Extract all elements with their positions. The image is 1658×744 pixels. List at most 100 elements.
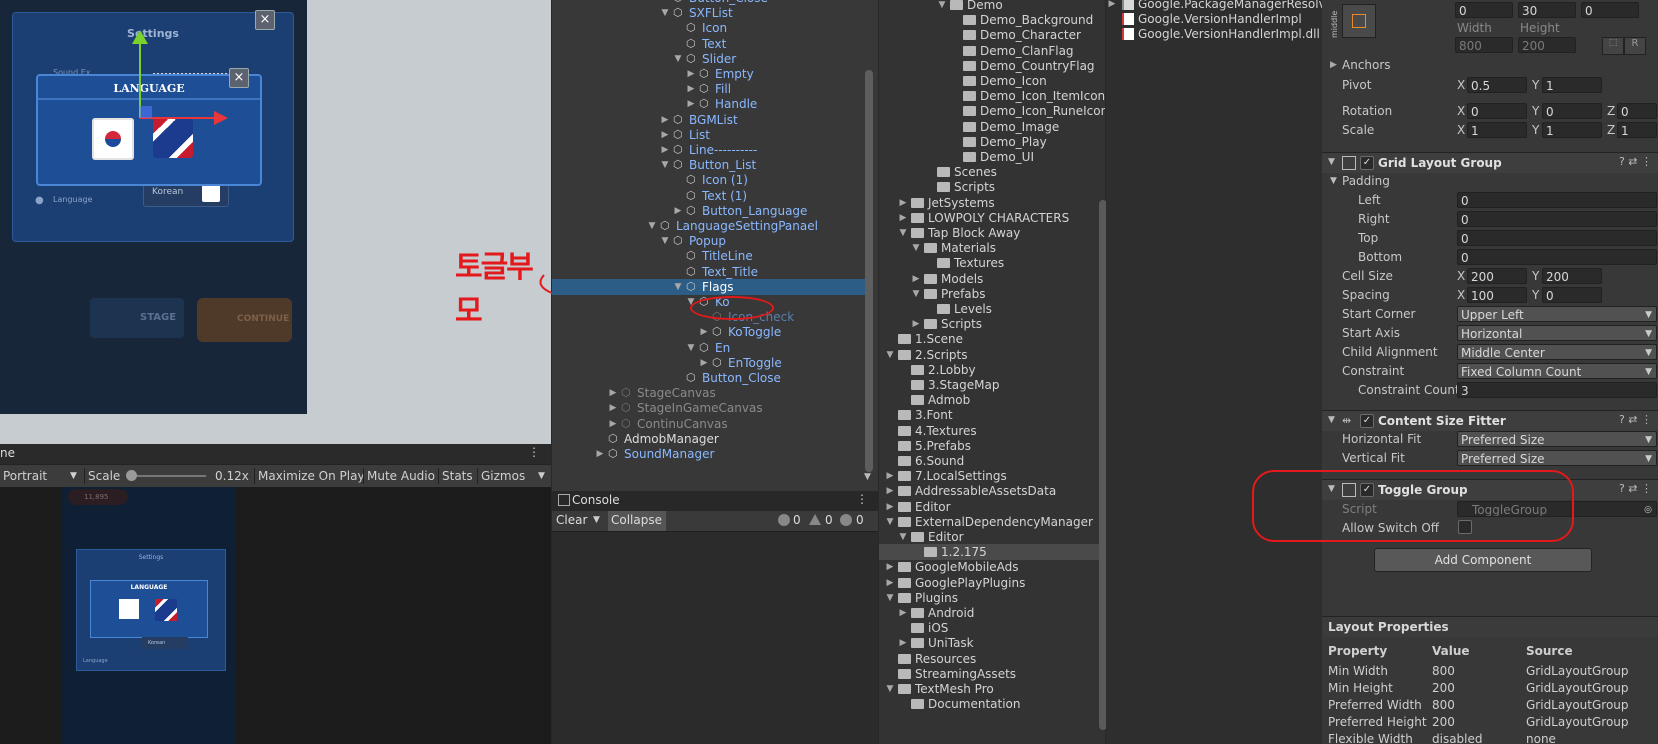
hierarchy-row[interactable]: ▶ ⬡ Empty	[552, 66, 866, 82]
pivot-y-field[interactable]: 1	[1542, 77, 1602, 93]
hierarchy-row[interactable]: ▼ ⬡ En	[552, 340, 866, 356]
scale-x-field[interactable]: 1	[1467, 122, 1527, 138]
hierarchy-row[interactable]: ▶ ⬡ EnToggle	[552, 355, 866, 371]
chevron-down-icon[interactable]: ▼	[884, 514, 896, 530]
korea-flag-icon[interactable]	[92, 118, 134, 160]
project-folder-row[interactable]: ▼ Plugins	[879, 590, 1099, 606]
hierarchy-row[interactable]: ▶ ⬡ Fill	[552, 81, 866, 97]
fitter-enabled-checkbox[interactable]: ✓	[1360, 414, 1374, 428]
rotation-x-field[interactable]: 0	[1467, 103, 1527, 119]
stats-button[interactable]: Stats	[438, 468, 476, 484]
project-folder-row[interactable]: ▼ TextMesh Pro	[879, 681, 1099, 697]
chevron-down-icon[interactable]: ▼	[672, 279, 684, 295]
blueprint-mode-icon[interactable]: ⬚	[1602, 37, 1624, 55]
scale-slider-handle[interactable]	[126, 470, 137, 481]
project-folder-row[interactable]: Demo_ClanFlag	[879, 43, 1099, 59]
constraint-count-field[interactable]: 3	[1457, 382, 1657, 398]
chevron-down-icon[interactable]: ▼	[884, 347, 896, 363]
hierarchy-row[interactable]: ▶ ⬡ SoundManager	[552, 446, 866, 462]
chevron-down-icon[interactable]: ▼	[1328, 415, 1335, 425]
chevron-down-icon[interactable]: ▼	[864, 472, 871, 482]
project-folder-row[interactable]: ▶ LOWPOLY CHARACTERS	[879, 210, 1099, 226]
project-folder-row[interactable]: ▶ GooglePlayPlugins	[879, 575, 1099, 591]
chevron-right-icon[interactable]: ▶	[594, 446, 606, 462]
project-folder-row[interactable]: 4.Textures	[879, 423, 1099, 439]
project-folder-row[interactable]: 1.2.175	[879, 544, 1099, 561]
component-menu-icons[interactable]: ? ⇄ ⋮	[1619, 482, 1652, 495]
game-tab[interactable]: ne	[0, 446, 15, 460]
gizmo-center-handle[interactable]	[140, 106, 152, 118]
hierarchy-row[interactable]: ▼ ⬡ Flags	[552, 278, 866, 295]
chevron-right-icon[interactable]: ▶	[897, 635, 909, 651]
chevron-right-icon[interactable]: ▶	[884, 468, 896, 484]
project-folder-row[interactable]: ▼ Materials	[879, 240, 1099, 256]
chevron-down-icon[interactable]: ▼	[593, 515, 600, 525]
start-axis-dropdown[interactable]: Horizontal ▼	[1457, 325, 1657, 341]
chevron-right-icon[interactable]: ▶	[884, 575, 896, 591]
project-folder-row[interactable]: iOS	[879, 620, 1099, 636]
project-folder-row[interactable]: 6.Sound	[879, 453, 1099, 469]
project-folder-row[interactable]: 2.Lobby	[879, 362, 1099, 378]
chevron-right-icon[interactable]: ▶	[607, 400, 619, 416]
hierarchy-row[interactable]: ▶ ⬡ ContinuCanvas	[552, 416, 866, 432]
asset-item[interactable]: Google.VersionHandlerImpl	[1106, 11, 1320, 27]
chevron-right-icon[interactable]: ▶	[685, 66, 697, 82]
chevron-right-icon[interactable]: ▶	[1330, 60, 1337, 70]
project-folder-row[interactable]: ▶ Android	[879, 605, 1099, 621]
padding-right-field[interactable]: 0	[1457, 211, 1657, 227]
project-folder-row[interactable]: ▶ JetSystems	[879, 195, 1099, 211]
hierarchy-row[interactable]: ▶ ⬡ StageInGameCanvas	[552, 400, 866, 416]
chevron-right-icon[interactable]: ▶	[672, 203, 684, 219]
hierarchy-row[interactable]: ⬡ Text	[552, 36, 866, 52]
project-folder-row[interactable]: Demo_Icon_ItemIcon	[879, 88, 1105, 104]
scale-y-field[interactable]: 1	[1542, 122, 1602, 138]
popup-close-button[interactable]: ×	[229, 68, 249, 88]
vertical-fit-dropdown[interactable]: Preferred Size ▼	[1457, 450, 1657, 466]
chevron-down-icon[interactable]: ▼	[910, 286, 922, 302]
hierarchy-row[interactable]: ⬡ Icon	[552, 20, 866, 36]
add-component-button[interactable]: Add Component	[1374, 548, 1592, 572]
padding-top-field[interactable]: 0	[1457, 230, 1657, 246]
project-folder-row[interactable]: Scenes	[879, 164, 1099, 180]
raw-edit-button[interactable]: R	[1624, 37, 1646, 55]
chevron-right-icon[interactable]: ▶	[884, 499, 896, 515]
hierarchy-row[interactable]: ▶ ⬡ Line----------	[552, 142, 866, 158]
hierarchy-row[interactable]: ⬡ Icon (1)	[552, 172, 866, 188]
project-folder-row[interactable]: ▼ Editor	[879, 529, 1099, 545]
project-folder-row[interactable]: StreamingAssets	[879, 666, 1099, 682]
horizontal-fit-dropdown[interactable]: Preferred Size ▼	[1457, 431, 1657, 447]
project-folder-row[interactable]: ▶ Scripts	[879, 316, 1099, 332]
hierarchy-row[interactable]: ⬡ Button_Close	[552, 370, 866, 386]
project-folder-row[interactable]: Scripts	[879, 179, 1099, 195]
chevron-down-icon[interactable]: ▼	[659, 157, 671, 173]
hierarchy-row[interactable]: ⬡ Text (1)	[552, 188, 866, 204]
project-folder-row[interactable]: ▶ 7.LocalSettings	[879, 468, 1099, 484]
hierarchy-row[interactable]: ▶ ⬡ Button_Language	[552, 203, 866, 219]
more-options-icon[interactable]: ⋮	[528, 445, 540, 459]
hierarchy-row[interactable]: ▶ ⬡ BGMList	[552, 112, 866, 128]
mute-audio-button[interactable]: Mute Audio	[363, 468, 438, 484]
hierarchy-row[interactable]: ▼ ⬡ Slider	[552, 51, 866, 67]
project-folder-row[interactable]: Demo_Icon_RuneIcon	[879, 103, 1105, 119]
chevron-right-icon[interactable]: ▶	[659, 112, 671, 128]
rotation-y-field[interactable]: 0	[1542, 103, 1602, 119]
project-folder-row[interactable]: Demo_Background	[879, 12, 1099, 28]
spacing-y-field[interactable]: 0	[1542, 287, 1602, 303]
project-folder-row[interactable]: ▼ ExternalDependencyManager	[879, 514, 1099, 530]
collapse-button[interactable]: Collapse	[611, 513, 662, 527]
chevron-right-icon[interactable]: ▶	[897, 195, 909, 211]
project-folder-row[interactable]: ▼ Demo	[879, 0, 1099, 13]
cell-size-y-field[interactable]: 200	[1542, 268, 1602, 284]
chevron-right-icon[interactable]: ▶	[910, 271, 922, 287]
chevron-down-icon[interactable]: ▼	[672, 51, 684, 67]
pos-x-field[interactable]: 0	[1455, 2, 1513, 18]
settings-close-button[interactable]: ×	[255, 10, 275, 30]
chevron-down-icon[interactable]: ▼	[897, 529, 909, 545]
chevron-right-icon[interactable]: ▶	[884, 483, 896, 499]
chevron-down-icon[interactable]: ▼	[910, 240, 922, 256]
hierarchy-scrollbar[interactable]	[865, 70, 873, 472]
hierarchy-row[interactable]: ▼ ⬡ LanguageSettingPanael	[552, 218, 866, 234]
project-folder-row[interactable]: ▶ Models	[879, 271, 1099, 287]
clear-button[interactable]: Clear	[556, 513, 587, 527]
warning-count[interactable]: 0	[825, 513, 833, 527]
